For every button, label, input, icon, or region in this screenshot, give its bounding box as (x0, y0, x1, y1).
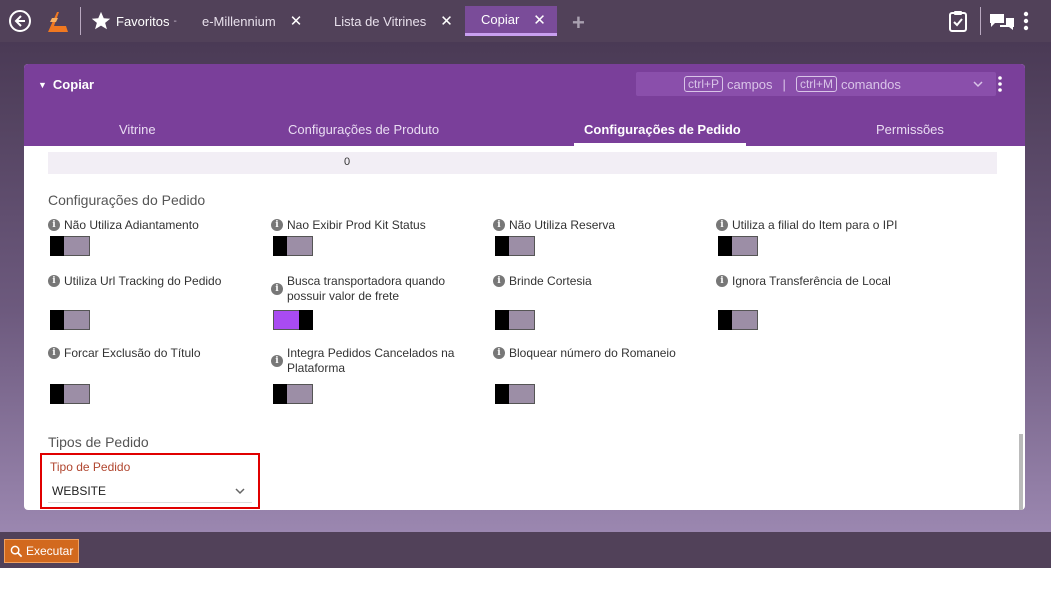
toggle-busca-transportadora[interactable] (273, 310, 313, 330)
close-icon[interactable]: ✕ (533, 11, 546, 29)
panel-header: ▼ Copiar ctrl+P campos | ctrl+M comandos… (24, 64, 1025, 146)
option-label: Utiliza Url Tracking do Pedido (64, 274, 222, 288)
search-icon (10, 545, 23, 557)
toggle-bloquear-numero-romaneio[interactable] (495, 384, 535, 404)
toggle-nao-utiliza-reserva[interactable] (495, 236, 535, 256)
option-nao-exibir-prod-kit-status: i Nao Exibir Prod Kit Status (271, 218, 481, 232)
value-row: 0 (48, 152, 997, 174)
info-icon[interactable]: i (271, 283, 283, 295)
info-icon[interactable]: i (271, 219, 283, 231)
toggle-forcar-exclusao-titulo[interactable] (50, 384, 90, 404)
panel-tabs: Vitrine Configurações de Produto Configu… (24, 116, 1025, 146)
option-busca-transportadora: i Busca transportadora quando possuir va… (271, 274, 471, 304)
tab-lista-de-vitrines[interactable]: Lista de Vitrines ✕ (326, 6, 461, 36)
option-ignora-transferencia-local: i Ignora Transferência de Local (716, 274, 976, 288)
back-icon[interactable] (8, 9, 32, 33)
option-label: Busca transportadora quando possuir valo… (287, 274, 446, 303)
tab-vitrine[interactable]: Vitrine (119, 122, 156, 137)
option-brinde-cortesia: i Brinde Cortesia (493, 274, 703, 288)
section-title-tipos: Tipos de Pedido (48, 434, 149, 450)
favorites-caret: - (173, 15, 177, 27)
top-bar: Favoritos - e-Millennium ✕ Lista de Vitr… (0, 0, 1051, 42)
info-icon[interactable]: i (716, 275, 728, 287)
option-integra-pedidos-cancelados: i Integra Pedidos Cancelados na Platafor… (271, 346, 486, 376)
tab-label: Lista de Vitrines (334, 13, 427, 29)
tipo-pedido-highlight: Tipo de Pedido WEBSITE (40, 453, 260, 509)
star-icon (91, 11, 111, 30)
tab-label: Copiar (481, 12, 520, 27)
separator (80, 7, 81, 35)
tab-label: e-Millennium (202, 13, 276, 29)
command-search[interactable]: ctrl+P campos | ctrl+M comandos (636, 72, 996, 96)
info-icon[interactable]: i (271, 355, 283, 367)
option-utiliza-filial-item-ipi: i Utiliza a filial do Item para o IPI (716, 218, 976, 232)
option-label: Utiliza a filial do Item para o IPI (732, 218, 898, 232)
info-icon[interactable]: i (493, 347, 505, 359)
execute-label: Executar (26, 544, 74, 558)
panel-title-text: Copiar (52, 77, 95, 92)
execute-button[interactable]: Executar (4, 539, 80, 563)
panel-body: 0 Configurações do Pedido i Não Utiliza … (24, 146, 1025, 510)
info-icon[interactable]: i (48, 275, 60, 287)
chat-icon[interactable] (988, 9, 1016, 33)
option-nao-utiliza-adiantamento: i Não Utiliza Adiantamento (48, 218, 258, 232)
chevron-down-icon[interactable] (972, 78, 984, 90)
collapse-triangle-icon[interactable]: ▼ (38, 80, 47, 90)
option-label: Não Utiliza Adiantamento (64, 218, 199, 232)
info-icon[interactable]: i (716, 219, 728, 231)
option-label: Integra Pedidos Cancelados na Plataforma (287, 346, 455, 375)
option-label: Nao Exibir Prod Kit Status (287, 218, 426, 232)
chevron-down-icon[interactable] (234, 485, 246, 497)
toggle-nao-exibir-prod-kit-status[interactable] (273, 236, 313, 256)
kebab-icon[interactable] (1022, 9, 1030, 33)
copiar-panel: ▼ Copiar ctrl+P campos | ctrl+M comandos… (24, 64, 1025, 510)
scrollbar[interactable] (1019, 434, 1023, 510)
info-icon[interactable]: i (493, 219, 505, 231)
option-label: Ignora Transferência de Local (732, 274, 891, 288)
toggle-utiliza-url-tracking[interactable] (50, 310, 90, 330)
separator (980, 7, 981, 35)
toggle-ignora-transferencia-local[interactable] (718, 310, 758, 330)
tab-copiar[interactable]: Copiar ✕ (465, 6, 557, 36)
toggle-brinde-cortesia[interactable] (495, 310, 535, 330)
tab-configuracoes-produto[interactable]: Configurações de Produto (288, 122, 439, 137)
panel-kebab-icon[interactable] (997, 75, 1003, 93)
option-nao-utiliza-reserva: i Não Utiliza Reserva (493, 218, 703, 232)
favorites-menu[interactable]: Favoritos - (90, 8, 177, 34)
close-icon[interactable]: ✕ (440, 12, 453, 30)
close-icon[interactable]: ✕ (290, 12, 303, 30)
toggle-nao-utiliza-adiantamento[interactable] (50, 236, 90, 256)
section-title-pedido: Configurações do Pedido (48, 192, 206, 208)
shortcut-label-campos: campos (727, 76, 773, 92)
shortcut-separator: | (782, 76, 786, 92)
info-icon[interactable]: i (493, 275, 505, 287)
add-tab-button[interactable]: + (572, 10, 585, 36)
tipo-pedido-value: WEBSITE (52, 484, 107, 498)
toggle-utiliza-filial-item-ipi[interactable] (718, 236, 758, 256)
favorites-label: Favoritos (116, 13, 170, 29)
tipo-pedido-select[interactable]: WEBSITE (48, 477, 252, 503)
option-utiliza-url-tracking: i Utiliza Url Tracking do Pedido (48, 274, 263, 288)
tab-configuracoes-pedido[interactable]: Configurações de Pedido (584, 122, 741, 137)
bottom-bar: Executar (0, 532, 1051, 568)
clipboard-check-icon[interactable] (946, 9, 970, 33)
shortcut-key-comandos: ctrl+M (795, 76, 837, 92)
option-label: Brinde Cortesia (509, 274, 592, 288)
tipo-pedido-label: Tipo de Pedido (50, 460, 131, 474)
toggle-integra-pedidos-cancelados[interactable] (273, 384, 313, 404)
tab-permissoes[interactable]: Permissões (876, 122, 944, 137)
shortcut-label-comandos: comandos (840, 76, 901, 92)
panel-title[interactable]: ▼ Copiar (38, 77, 94, 92)
option-label: Não Utiliza Reserva (509, 218, 616, 232)
option-label: Forcar Exclusão do Título (64, 346, 201, 360)
option-forcar-exclusao-titulo: i Forcar Exclusão do Título (48, 346, 258, 360)
info-icon[interactable]: i (48, 219, 60, 231)
shortcut-key-campos: ctrl+P (684, 76, 724, 92)
tab-e-millennium[interactable]: e-Millennium ✕ (194, 6, 310, 36)
info-icon[interactable]: i (48, 347, 60, 359)
option-label: Bloquear número do Romaneio (509, 346, 676, 360)
value-text: 0 (344, 156, 351, 168)
logo-icon[interactable] (44, 8, 70, 34)
option-bloquear-numero-romaneio: i Bloquear número do Romaneio (493, 346, 713, 360)
